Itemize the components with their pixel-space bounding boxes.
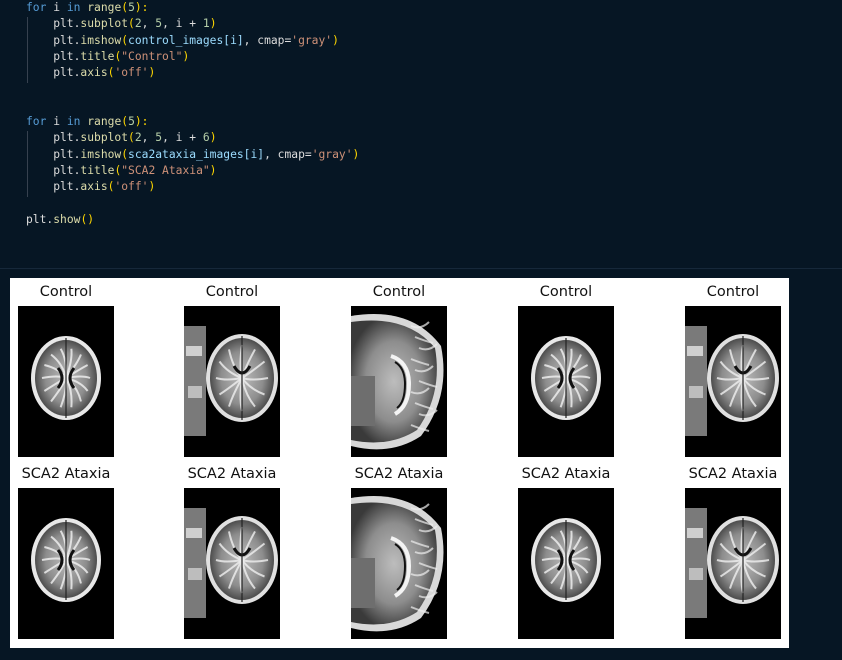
code-line: plt.title("SCA2 Ataxia") xyxy=(26,163,217,177)
code-line: for i in range(5): xyxy=(26,1,149,14)
code-line: plt.subplot(2, 5, i + 6) xyxy=(26,131,217,145)
figure-output: Control Control Control Control Control … xyxy=(10,278,789,648)
code-line: for i in range(5): xyxy=(26,115,149,129)
mri-slice-image xyxy=(685,306,781,457)
subplot-title: SCA2 Ataxia xyxy=(688,466,778,482)
code-line: plt.imshow(control_images[i], cmap='gray… xyxy=(26,33,339,47)
mri-slice-image xyxy=(351,488,447,639)
mri-slice-image xyxy=(685,488,781,639)
subplot-title: SCA2 Ataxia xyxy=(187,466,277,482)
mri-slice-image xyxy=(351,306,447,457)
mri-slice-image xyxy=(184,306,280,457)
code-line: plt.subplot(2, 5, i + 1) xyxy=(26,17,217,31)
subplot-title: Control xyxy=(539,284,593,300)
cell-divider xyxy=(0,268,842,269)
code-editor[interactable]: for i in range(5): plt.subplot(2, 5, i +… xyxy=(26,0,359,228)
subplot-title: SCA2 Ataxia xyxy=(521,466,611,482)
subplot-title: Control xyxy=(706,284,760,300)
code-cell[interactable]: for i in range(5): plt.subplot(2, 5, i +… xyxy=(0,0,842,268)
code-line: plt.axis('off') xyxy=(26,180,156,194)
mri-slice-image xyxy=(18,306,114,457)
subplot-title: SCA2 Ataxia xyxy=(354,466,444,482)
code-line: plt.title("Control") xyxy=(26,49,190,63)
subplot-title: SCA2 Ataxia xyxy=(21,466,111,482)
mri-slice-image xyxy=(518,488,614,639)
mri-slice-image xyxy=(184,488,280,639)
subplot-title: Control xyxy=(205,284,259,300)
subplot-title: Control xyxy=(39,284,93,300)
mri-slice-image xyxy=(18,488,114,639)
subplot-title: Control xyxy=(372,284,426,300)
mri-slice-image xyxy=(518,306,614,457)
code-line: plt.show() xyxy=(26,212,95,226)
code-line: plt.axis('off') xyxy=(26,66,156,80)
code-line: plt.imshow(sca2ataxia_images[i], cmap='g… xyxy=(26,147,360,161)
